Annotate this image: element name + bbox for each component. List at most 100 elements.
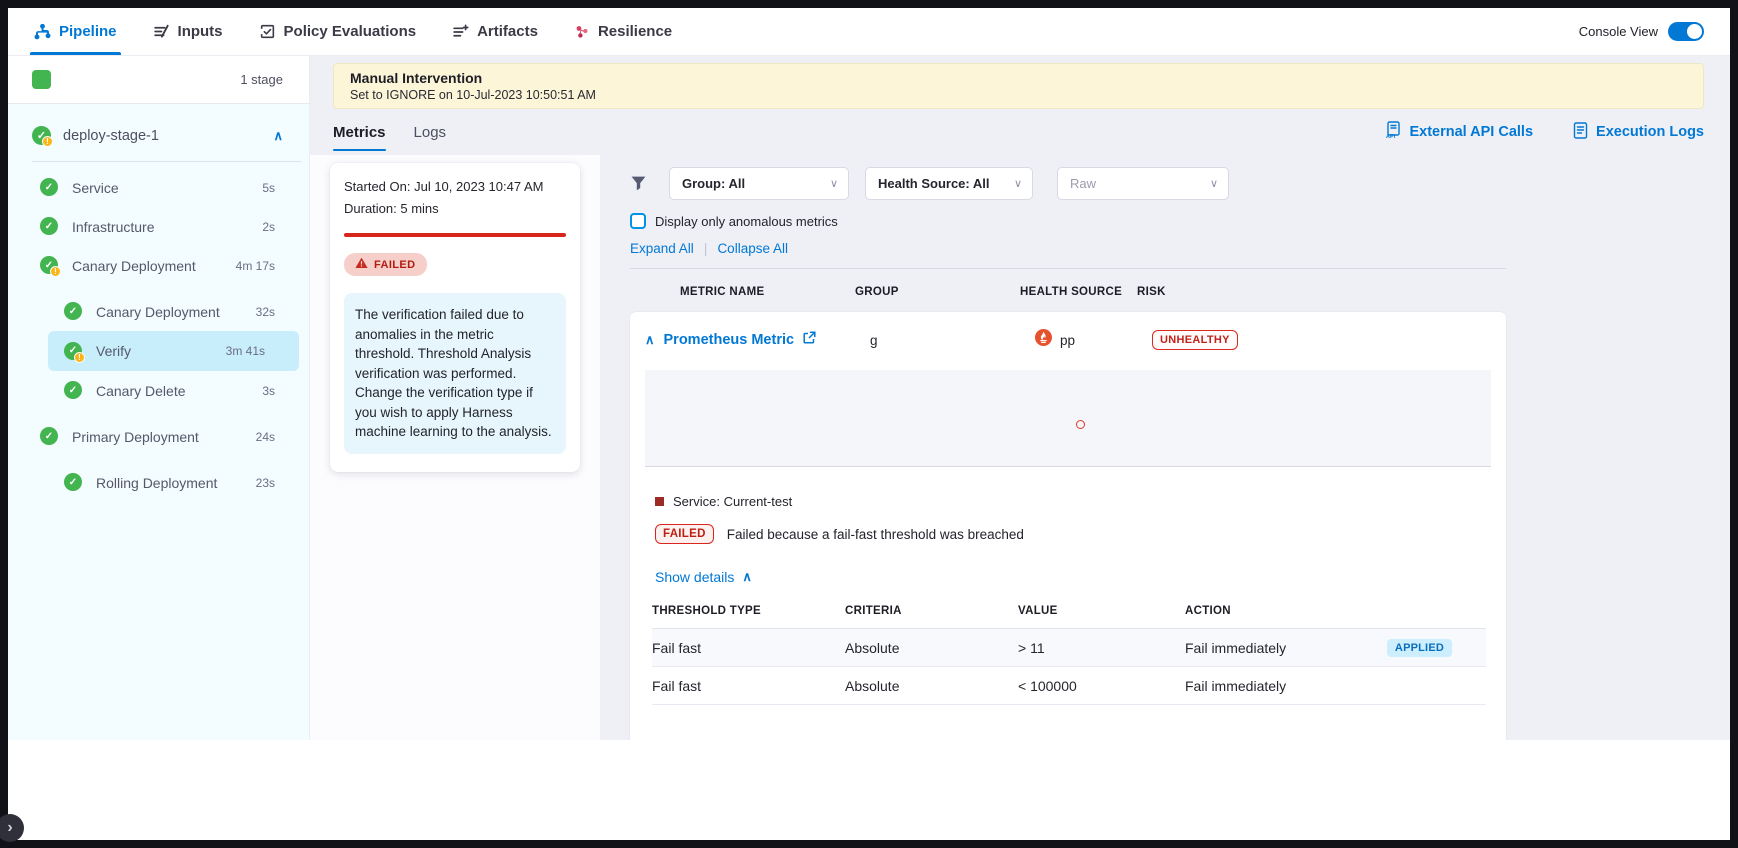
nav-tab-label: Artifacts bbox=[477, 23, 538, 40]
verification-summary-panel: Started On: Jul 10, 2023 10:47 AM Durati… bbox=[310, 155, 600, 740]
metric-failure-reason: Failed because a fail-fast threshold was… bbox=[727, 527, 1024, 542]
duration-label: Duration: 5 mins bbox=[344, 201, 566, 216]
health-source-filter-dropdown[interactable]: Health Source: All ∨ bbox=[865, 167, 1033, 200]
main-panel: Manual Intervention Set to IGNORE on 10-… bbox=[310, 56, 1730, 740]
success-icon: ✓! bbox=[64, 381, 83, 400]
prometheus-icon bbox=[1035, 329, 1052, 351]
sidebar-step-canary-delete[interactable]: ✓! Canary Delete 3s bbox=[8, 371, 309, 410]
console-view-toggle[interactable] bbox=[1668, 22, 1704, 41]
nav-tab-label: Inputs bbox=[178, 23, 223, 40]
external-api-calls-link[interactable]: API External API Calls bbox=[1385, 121, 1533, 143]
col-metric-name: METRIC NAME bbox=[630, 286, 855, 298]
col-health-source: HEALTH SOURCE bbox=[1020, 286, 1137, 298]
chart-legend: Service: Current-test bbox=[655, 494, 1506, 509]
warning-triangle-icon bbox=[355, 257, 368, 272]
metric-failure-row: FAILED Failed because a fail-fast thresh… bbox=[655, 524, 1506, 544]
pipeline-icon bbox=[34, 23, 51, 40]
console-view-label: Console View bbox=[1579, 24, 1658, 39]
verification-summary-card: Started On: Jul 10, 2023 10:47 AM Durati… bbox=[330, 163, 580, 472]
chevron-right-icon: › bbox=[7, 819, 12, 837]
detail-tabbar: Metrics Logs API External API Calls bbox=[333, 109, 1704, 155]
nav-tab-resilience[interactable]: Resilience bbox=[574, 8, 672, 55]
nav-right-controls: Console View bbox=[1579, 8, 1704, 55]
collapse-all-link[interactable]: Collapse All bbox=[717, 241, 788, 256]
toggle-knob bbox=[1687, 24, 1702, 39]
success-icon: ✓! bbox=[40, 217, 59, 236]
header-links: API External API Calls Execution Logs bbox=[1385, 121, 1704, 143]
health-source-value: pp bbox=[1060, 333, 1075, 348]
threshold-row: Fail fast Absolute < 100000 Fail immedia… bbox=[652, 667, 1486, 705]
anomalous-data-point[interactable] bbox=[1076, 420, 1085, 429]
metrics-table-header: METRIC NAME GROUP HEALTH SOURCE RISK bbox=[630, 286, 1506, 298]
legend-swatch-icon bbox=[655, 497, 664, 506]
nav-tab-label: Policy Evaluations bbox=[284, 23, 417, 40]
nav-tab-policy-evaluations[interactable]: Policy Evaluations bbox=[259, 8, 417, 55]
stage-count-label: 1 stage bbox=[240, 72, 283, 87]
threshold-row: Fail fast Absolute > 11 Fail immediately… bbox=[652, 629, 1486, 667]
sidebar-step-primary-deployment[interactable]: ✓! Primary Deployment 24s bbox=[8, 417, 309, 456]
metric-result-card: ∧ Prometheus Metric g bbox=[630, 312, 1506, 740]
col-value: VALUE bbox=[1018, 605, 1185, 617]
col-group: GROUP bbox=[855, 286, 1020, 298]
api-document-icon: API bbox=[1385, 121, 1401, 143]
execution-logs-link[interactable]: Execution Logs bbox=[1573, 122, 1704, 143]
sidebar-step-canary-deployment-child[interactable]: ✓! Canary Deployment 32s bbox=[8, 292, 309, 331]
tab-logs[interactable]: Logs bbox=[414, 109, 447, 155]
logs-document-icon bbox=[1573, 122, 1588, 143]
inputs-icon bbox=[153, 23, 170, 40]
expand-all-link[interactable]: Expand All bbox=[630, 241, 694, 256]
started-on-label: Started On: Jul 10, 2023 10:47 AM bbox=[344, 179, 566, 194]
col-threshold-type: THRESHOLD TYPE bbox=[652, 605, 845, 617]
sidebar-step-canary-deployment[interactable]: ✓! Canary Deployment 4m 17s bbox=[8, 246, 309, 285]
applied-badge: APPLIED bbox=[1387, 639, 1452, 657]
metric-name-link[interactable]: Prometheus Metric bbox=[664, 332, 795, 348]
top-nav-tabs: Pipeline Inputs Policy Evaluations bbox=[34, 8, 672, 55]
sidebar-divider bbox=[32, 161, 301, 162]
stage-collapse-chevron-icon[interactable]: ∧ bbox=[273, 128, 283, 144]
manual-intervention-banner: Manual Intervention Set to IGNORE on 10-… bbox=[333, 63, 1704, 109]
success-icon: ✓! bbox=[40, 427, 59, 446]
nav-tab-label: Resilience bbox=[598, 23, 672, 40]
nav-tab-artifacts[interactable]: Artifacts bbox=[452, 8, 538, 55]
artifacts-icon bbox=[452, 23, 469, 40]
anomalous-metrics-checkbox-label: Display only anomalous metrics bbox=[655, 214, 838, 229]
show-details-toggle[interactable]: Show details ∧ bbox=[655, 569, 1506, 585]
chevron-down-icon: ∨ bbox=[830, 177, 838, 190]
sidebar-step-verify[interactable]: ✓! Verify 3m 41s bbox=[48, 331, 299, 371]
bottom-empty-strip bbox=[8, 740, 1730, 840]
resilience-icon bbox=[574, 24, 590, 40]
svg-text:API: API bbox=[1386, 134, 1396, 139]
screenshot-root: Pipeline Inputs Policy Evaluations bbox=[0, 0, 1738, 848]
col-action: ACTION bbox=[1185, 605, 1486, 617]
metric-row: ∧ Prometheus Metric g bbox=[630, 329, 1506, 351]
group-filter-dropdown[interactable]: Group: All ∨ bbox=[669, 167, 849, 200]
stage-status-square-icon bbox=[32, 70, 51, 89]
success-icon: ✓! bbox=[40, 178, 59, 197]
sidebar-step-service[interactable]: ✓! Service 5s bbox=[8, 168, 309, 207]
raw-filter-dropdown[interactable]: Raw ∨ bbox=[1057, 167, 1229, 200]
execution-sidebar: 1 stage ✓ ! deploy-stage-1 ∧ ✓! Service … bbox=[8, 56, 310, 740]
metric-timeseries-chart[interactable] bbox=[645, 370, 1491, 467]
sidebar-step-rolling-deployment[interactable]: ✓! Rolling Deployment 23s bbox=[8, 463, 309, 502]
banner-subtitle: Set to IGNORE on 10-Jul-2023 10:50:51 AM bbox=[350, 88, 1687, 102]
metric-group-value: g bbox=[870, 333, 1035, 348]
banner-title: Manual Intervention bbox=[350, 70, 1687, 86]
col-criteria: CRITERIA bbox=[845, 605, 1018, 617]
metrics-filter-row: Group: All ∨ Health Source: All ∨ Raw ∨ bbox=[630, 167, 1506, 200]
nav-tab-pipeline[interactable]: Pipeline bbox=[34, 8, 117, 55]
success-icon: ✓! bbox=[64, 302, 83, 321]
threshold-table-header: THRESHOLD TYPE CRITERIA VALUE ACTION bbox=[652, 605, 1486, 629]
link-separator: | bbox=[704, 240, 708, 256]
app-window: Pipeline Inputs Policy Evaluations bbox=[8, 8, 1730, 840]
verification-failure-message: The verification failed due to anomalies… bbox=[344, 293, 566, 454]
sidebar-stage-deploy-stage-1[interactable]: ✓ ! deploy-stage-1 ∧ bbox=[8, 104, 309, 161]
threshold-details-table: THRESHOLD TYPE CRITERIA VALUE ACTION Fai… bbox=[652, 605, 1486, 705]
anomalous-metrics-filter: Display only anomalous metrics bbox=[630, 213, 1506, 229]
nav-tab-inputs[interactable]: Inputs bbox=[153, 8, 223, 55]
anomalous-metrics-checkbox[interactable] bbox=[630, 213, 646, 229]
sidebar-step-infrastructure[interactable]: ✓! Infrastructure 2s bbox=[8, 207, 309, 246]
external-link-icon[interactable] bbox=[803, 331, 816, 349]
tab-metrics[interactable]: Metrics bbox=[333, 109, 386, 155]
metric-failed-badge: FAILED bbox=[655, 524, 714, 544]
metric-collapse-chevron-icon[interactable]: ∧ bbox=[645, 332, 655, 348]
